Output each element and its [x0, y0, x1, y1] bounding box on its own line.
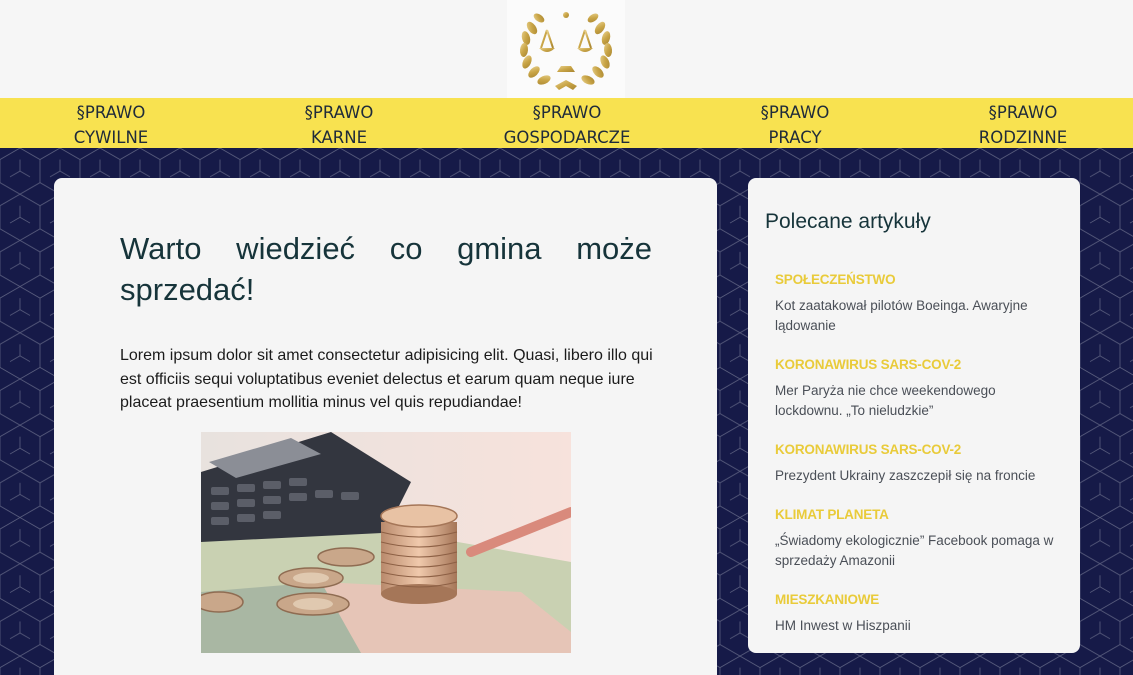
- recommended-articles-sidebar: Polecane artykuły SPOŁECZEŃSTWO Kot zaat…: [748, 178, 1080, 653]
- nav-item-line1: §PRAWO: [76, 103, 146, 122]
- sidebar-article[interactable]: KORONAWIRUS SARS-COV-2 Prezydent Ukrainy…: [775, 440, 1065, 486]
- nav-item-prawo-rodzinne[interactable]: §PRAWO RODZINNE: [943, 100, 1103, 150]
- sidebar-article-title[interactable]: HM Inwest w Hiszpanii: [775, 616, 1065, 636]
- sidebar-article[interactable]: KLIMAT PLANETA „Świadomy ekologicznie” F…: [775, 505, 1065, 571]
- sidebar-article-title[interactable]: „Świadomy ekologicznie” Facebook pomaga …: [775, 531, 1065, 571]
- scales-of-justice-logo[interactable]: [507, 0, 625, 98]
- scales-of-justice-laurel-icon: [519, 12, 613, 90]
- sidebar-article-category[interactable]: SPOŁECZEŃSTWO: [775, 270, 1065, 290]
- nav-item-line1: §PRAWO: [532, 103, 602, 122]
- sidebar-article[interactable]: SPOŁECZEŃSTWO Kot zaatakował pilotów Boe…: [775, 270, 1065, 336]
- nav-item-line1: §PRAWO: [304, 103, 374, 122]
- sidebar-article-category[interactable]: KORONAWIRUS SARS-COV-2: [775, 440, 1065, 460]
- article-title: Warto wiedzieć co gmina może sprzedać!: [120, 231, 652, 307]
- nav-item-line1: §PRAWO: [760, 103, 830, 122]
- sidebar-article-category[interactable]: KORONAWIRUS SARS-COV-2: [775, 355, 1065, 375]
- article-image-coins-calculator: [201, 432, 571, 653]
- nav-item-prawo-cywilne[interactable]: §PRAWO CYWILNE: [31, 100, 191, 150]
- nav-item-line2: RODZINNE: [978, 128, 1068, 147]
- nav-item-line2: PRACY: [768, 128, 822, 147]
- sidebar-article-title[interactable]: Kot zaatakował pilotów Boeinga. Awaryjne…: [775, 296, 1065, 336]
- sidebar-article-category[interactable]: MIESZKANIOWE: [775, 590, 1065, 610]
- nav-item-line2: CYWILNE: [73, 128, 149, 147]
- nav-item-line2: GOSPODARCZE: [503, 128, 631, 147]
- article-card: Warto wiedzieć co gmina może sprzedać! L…: [54, 178, 717, 675]
- sidebar-title: Polecane artykuły: [765, 210, 931, 233]
- nav-item-line2: KARNE: [310, 128, 368, 147]
- sidebar-article-title[interactable]: Mer Paryża nie chce weekendowego lockdow…: [775, 381, 1065, 421]
- nav-item-prawo-karne[interactable]: §PRAWO KARNE: [259, 100, 419, 150]
- sidebar-article-category[interactable]: KLIMAT PLANETA: [775, 505, 1065, 525]
- sidebar-article[interactable]: MIESZKANIOWE HM Inwest w Hiszpanii: [775, 590, 1065, 636]
- article-body: Lorem ipsum dolor sit amet consectetur a…: [120, 347, 653, 411]
- nav-item-prawo-gospodarcze[interactable]: §PRAWO GOSPODARCZE: [487, 100, 647, 150]
- sidebar-article-title[interactable]: Prezydent Ukrainy zaszczepił się na fron…: [775, 466, 1065, 486]
- main-nav: §PRAWO CYWILNE §PRAWO KARNE §PRAWO GOSPO…: [0, 98, 1133, 148]
- nav-item-line1: §PRAWO: [988, 103, 1058, 122]
- sidebar-article[interactable]: KORONAWIRUS SARS-COV-2 Mer Paryża nie ch…: [775, 355, 1065, 421]
- nav-item-prawo-pracy[interactable]: §PRAWO PRACY: [715, 100, 875, 150]
- top-header: [0, 0, 1133, 98]
